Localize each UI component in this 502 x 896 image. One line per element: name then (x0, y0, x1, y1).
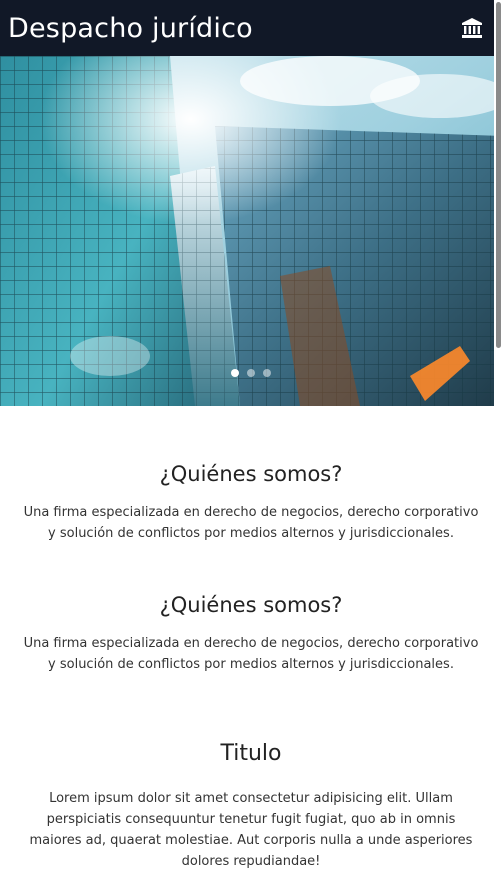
top-bar: Despacho jurídico (0, 0, 494, 56)
section-about-2: ¿Quiénes somos? Una firma especializada … (0, 593, 502, 675)
page-title: Despacho jurídico (8, 12, 253, 44)
section-text: Lorem ipsum dolor sit amet consectetur a… (29, 791, 473, 869)
section-text: Una firma especializada en derecho de ne… (23, 505, 479, 541)
scrollbar-thumb[interactable] (496, 2, 501, 348)
carousel-indicators (0, 369, 502, 377)
bank-icon[interactable] (460, 16, 484, 40)
scrollbar[interactable] (494, 0, 502, 896)
skyscraper-image (0, 56, 502, 406)
section-about-1: ¿Quiénes somos? Una firma especializada … (0, 462, 502, 544)
carousel-dot-2[interactable] (247, 369, 255, 377)
carousel-dot-3[interactable] (263, 369, 271, 377)
section-titulo: Titulo Lorem ipsum dolor sit amet consec… (0, 741, 502, 872)
section-text: Una firma especializada en derecho de ne… (23, 636, 479, 672)
hero-carousel[interactable] (0, 56, 502, 406)
section-title: ¿Quiénes somos? (159, 593, 343, 617)
section-title: Titulo (220, 741, 282, 766)
carousel-dot-1[interactable] (231, 369, 239, 377)
section-title: ¿Quiénes somos? (159, 462, 343, 486)
page: Despacho jurídico ¿Quiénes somos? Una fi… (0, 0, 502, 896)
